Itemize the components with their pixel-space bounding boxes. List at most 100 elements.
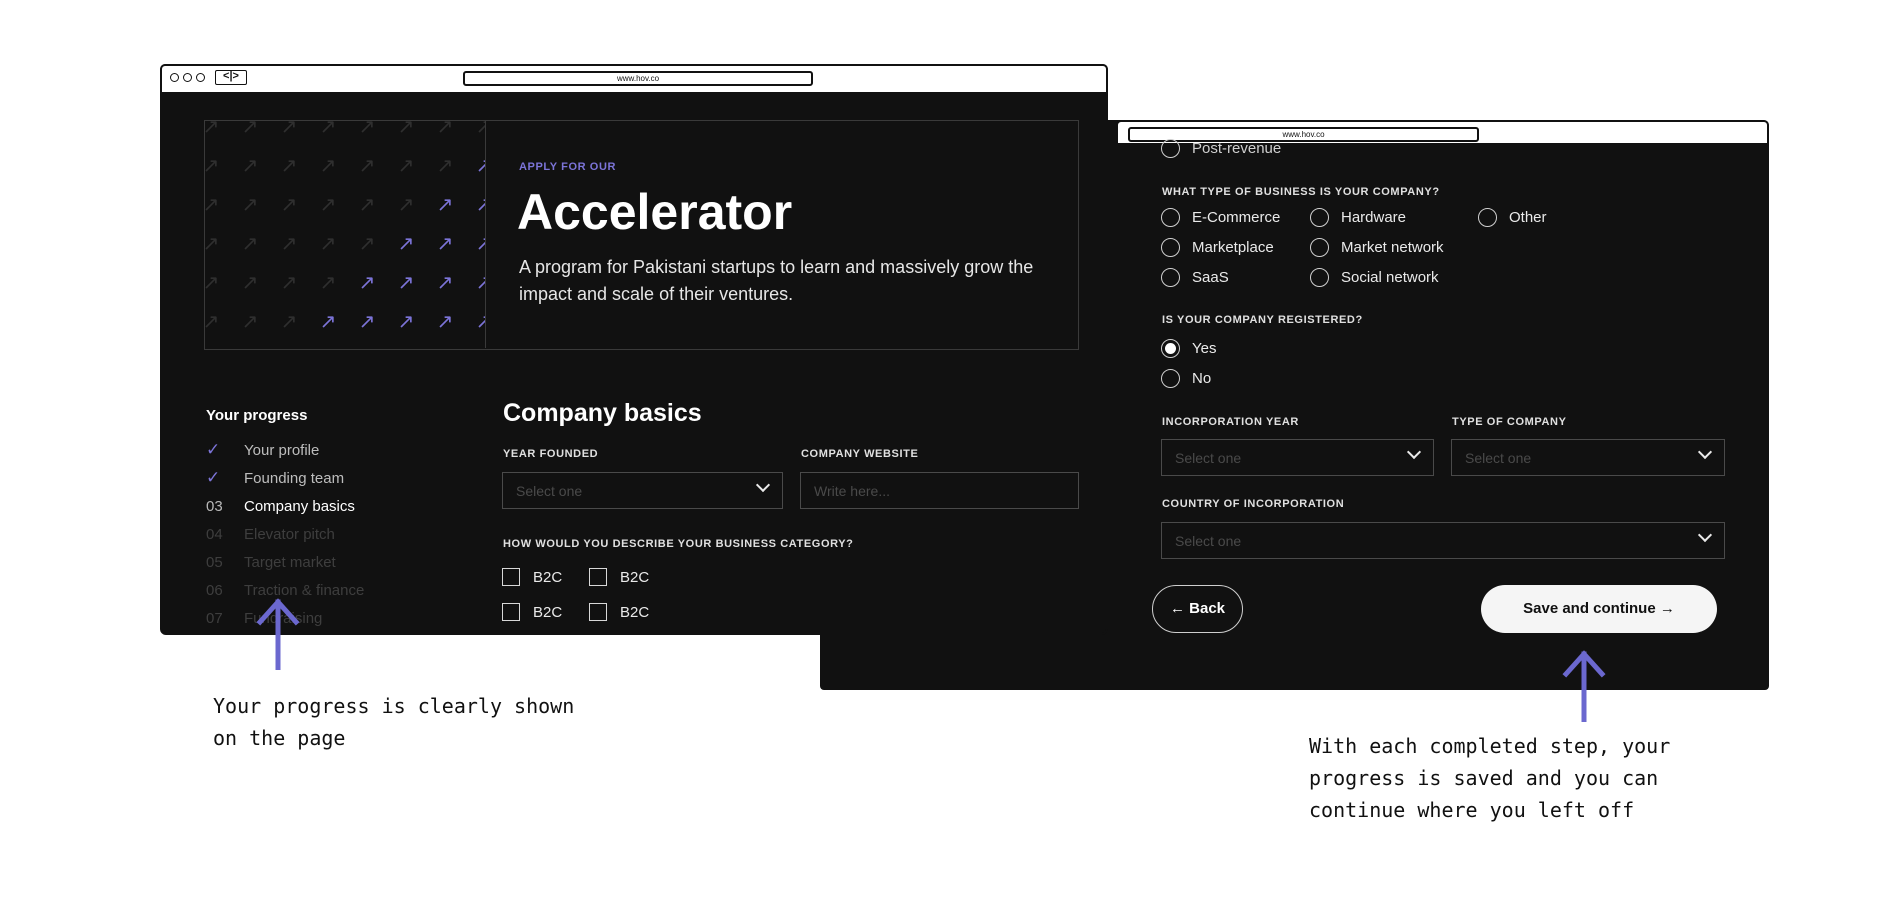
radio-business-ecommerce[interactable]: E-Commerce [1161, 208, 1280, 227]
radio-business-social-network[interactable]: Social network [1310, 268, 1439, 287]
progress-title: Your progress [206, 407, 308, 424]
input-placeholder: Write here... [814, 483, 890, 499]
radio-business-hardware[interactable]: Hardware [1310, 208, 1406, 227]
back-button[interactable]: ← Back [1152, 585, 1243, 633]
arrow-up-right-icon: ↗ [319, 233, 337, 255]
progress-list: ✓ Your profile ✓ Founding team 03 Compan… [206, 436, 426, 632]
arrow-up-right-icon: ↗ [358, 155, 376, 177]
arrow-up-right-icon: ↗ [397, 272, 415, 294]
arrow-up-right-icon: ↗ [319, 155, 337, 177]
arrow-up-right-icon: ↗ [436, 194, 454, 216]
checkbox-category[interactable]: B2C [589, 568, 649, 586]
year-founded-label: YEAR FOUNDED [503, 448, 599, 460]
radio-business-marketplace[interactable]: Marketplace [1161, 238, 1274, 257]
arrow-up-right-icon: ↗ [397, 194, 415, 216]
hero-title: Accelerator [517, 184, 793, 240]
registered-label: IS YOUR COMPANY REGISTERED? [1162, 314, 1363, 326]
arrow-up-right-icon: ↗ [436, 233, 454, 255]
url-bar[interactable]: www.hov.co [463, 71, 813, 86]
company-website-input[interactable]: Write here... [800, 472, 1079, 509]
step-label: Company basics [244, 497, 355, 515]
section-title: Company basics [503, 399, 702, 427]
arrow-up-right-icon: ↗ [205, 234, 221, 254]
window-dot-icon[interactable] [196, 73, 205, 82]
annotation-line: continue where you left off [1309, 798, 1635, 822]
radio-post-revenue[interactable]: Post-revenue [1161, 139, 1281, 158]
left-browser-window: <|> www.hov.co ↗ ↗ ↗ ↗ ↗ ↗ ↗ ↗ ↗ ↗ ↗ ↗ ↗ ↗ ↗ ↗ ↗ ↗ ↗ ↗ ↗ ↗ ↗ ↗ ↗… [160, 64, 1108, 635]
year-founded-select[interactable]: Select one [502, 472, 783, 509]
arrow-up-right-icon: ↗ [474, 312, 485, 332]
radio-circle [1310, 238, 1329, 257]
incorporation-year-select[interactable]: Select one [1161, 439, 1434, 476]
radio-circle [1310, 268, 1329, 287]
checkbox-category[interactable]: B2C [502, 568, 562, 586]
step-number: 03 [206, 497, 223, 515]
progress-step-founding-team[interactable]: ✓ Founding team [206, 464, 426, 492]
checkbox-label: B2C [533, 603, 563, 621]
checkbox-label: B2C [620, 603, 650, 621]
back-forward-icon[interactable]: <|> [215, 70, 247, 85]
radio-label: Hardware [1341, 209, 1407, 226]
radio-registered-no[interactable]: No [1161, 369, 1211, 388]
country-select[interactable]: Select one [1161, 522, 1725, 559]
business-type-label: WHAT TYPE OF BUSINESS IS YOUR COMPANY? [1162, 186, 1440, 198]
radio-label: SaaS [1192, 269, 1229, 286]
arrow-up-right-icon: ↗ [280, 121, 298, 138]
progress-step-company-basics[interactable]: 03 Company basics [206, 492, 426, 520]
country-label: COUNTRY OF INCORPORATION [1162, 498, 1345, 510]
arrow-up-right-icon: ↗ [474, 121, 485, 137]
arrow-up-right-icon: ↗ [205, 195, 221, 215]
arrow-up-right-icon: ↗ [474, 156, 485, 176]
arrow-up-right-icon: ↗ [319, 194, 337, 216]
window-dot-icon[interactable] [170, 73, 179, 82]
chevron-down-icon [755, 477, 771, 493]
radio-label: Marketplace [1192, 239, 1274, 256]
arrow-up-right-icon: ↗ [280, 233, 298, 255]
arrow-up-right-icon: ↗ [474, 195, 485, 215]
progress-step-elevator-pitch: 04 Elevator pitch [206, 520, 426, 548]
arrow-up-right-icon: ↗ [474, 273, 485, 293]
arrow-up-right-icon: ↗ [241, 121, 259, 138]
checkbox-category[interactable]: B2C [502, 603, 562, 621]
select-placeholder: Select one [1465, 450, 1532, 466]
save-and-continue-button[interactable]: Save and continue → [1481, 585, 1717, 633]
step-number: 05 [206, 553, 223, 571]
arrow-up-right-icon: ↗ [436, 155, 454, 177]
radio-registered-yes[interactable]: Yes [1161, 339, 1216, 358]
annotation-line: Your progress is clearly shown [213, 694, 575, 718]
progress-step-target-market: 05 Target market [206, 548, 426, 576]
checkbox-box [589, 603, 607, 621]
annotation-line: With each completed step, your [1309, 734, 1671, 758]
hero-description: A program for Pakistani startups to lear… [519, 257, 1034, 304]
radio-business-saas[interactable]: SaaS [1161, 268, 1229, 287]
company-type-select[interactable]: Select one [1451, 439, 1725, 476]
step-label: Target market [244, 553, 336, 571]
arrow-up-right-icon: ↗ [205, 312, 221, 332]
radio-circle [1478, 208, 1497, 227]
annotation-saved-text: With each completed step, your progress … [1309, 730, 1670, 826]
radio-label: Other [1509, 209, 1547, 226]
arrow-up-right-icon: ↗ [280, 155, 298, 177]
checkbox-category[interactable]: B2C [589, 603, 649, 621]
annotation-line: progress is saved and you can [1309, 766, 1659, 790]
checkbox-box [502, 603, 520, 621]
progress-step-your-profile[interactable]: ✓ Your profile [206, 436, 426, 464]
step-label: Your profile [244, 441, 320, 459]
progress-step-fundraising: 07 Fundraising [206, 604, 426, 632]
arrow-up-right-icon: ↗ [205, 121, 221, 137]
hero-banner: ↗ ↗ ↗ ↗ ↗ ↗ ↗ ↗ ↗ ↗ ↗ ↗ ↗ ↗ ↗ ↗ ↗ ↗ ↗ ↗ ↗ ↗ ↗ ↗ ↗ ↗ ↗ ↗ ↗ ↗ ↗ ↗ ↗ ↗ ↗ ↗ ↗ ↗ ↗ ↗… [204, 120, 1079, 350]
arrow-up-right-icon: ↗ [436, 272, 454, 294]
radio-business-other[interactable]: Other [1478, 208, 1547, 227]
arrow-up-right-icon: ↗ [436, 311, 454, 333]
arrow-up-right-icon: ↗ [280, 194, 298, 216]
select-placeholder: Select one [1175, 533, 1242, 549]
step-number: 07 [206, 609, 223, 627]
check-icon: ✓ [206, 440, 221, 459]
arrow-up-right-icon: ↗ [397, 121, 415, 138]
window-dot-icon[interactable] [183, 73, 192, 82]
radio-business-market-network[interactable]: Market network [1310, 238, 1444, 257]
chevron-down-icon [1697, 444, 1713, 460]
arrow-up-right-icon: ↗ [358, 272, 376, 294]
window-controls [170, 73, 205, 82]
radio-label: E-Commerce [1192, 209, 1281, 226]
